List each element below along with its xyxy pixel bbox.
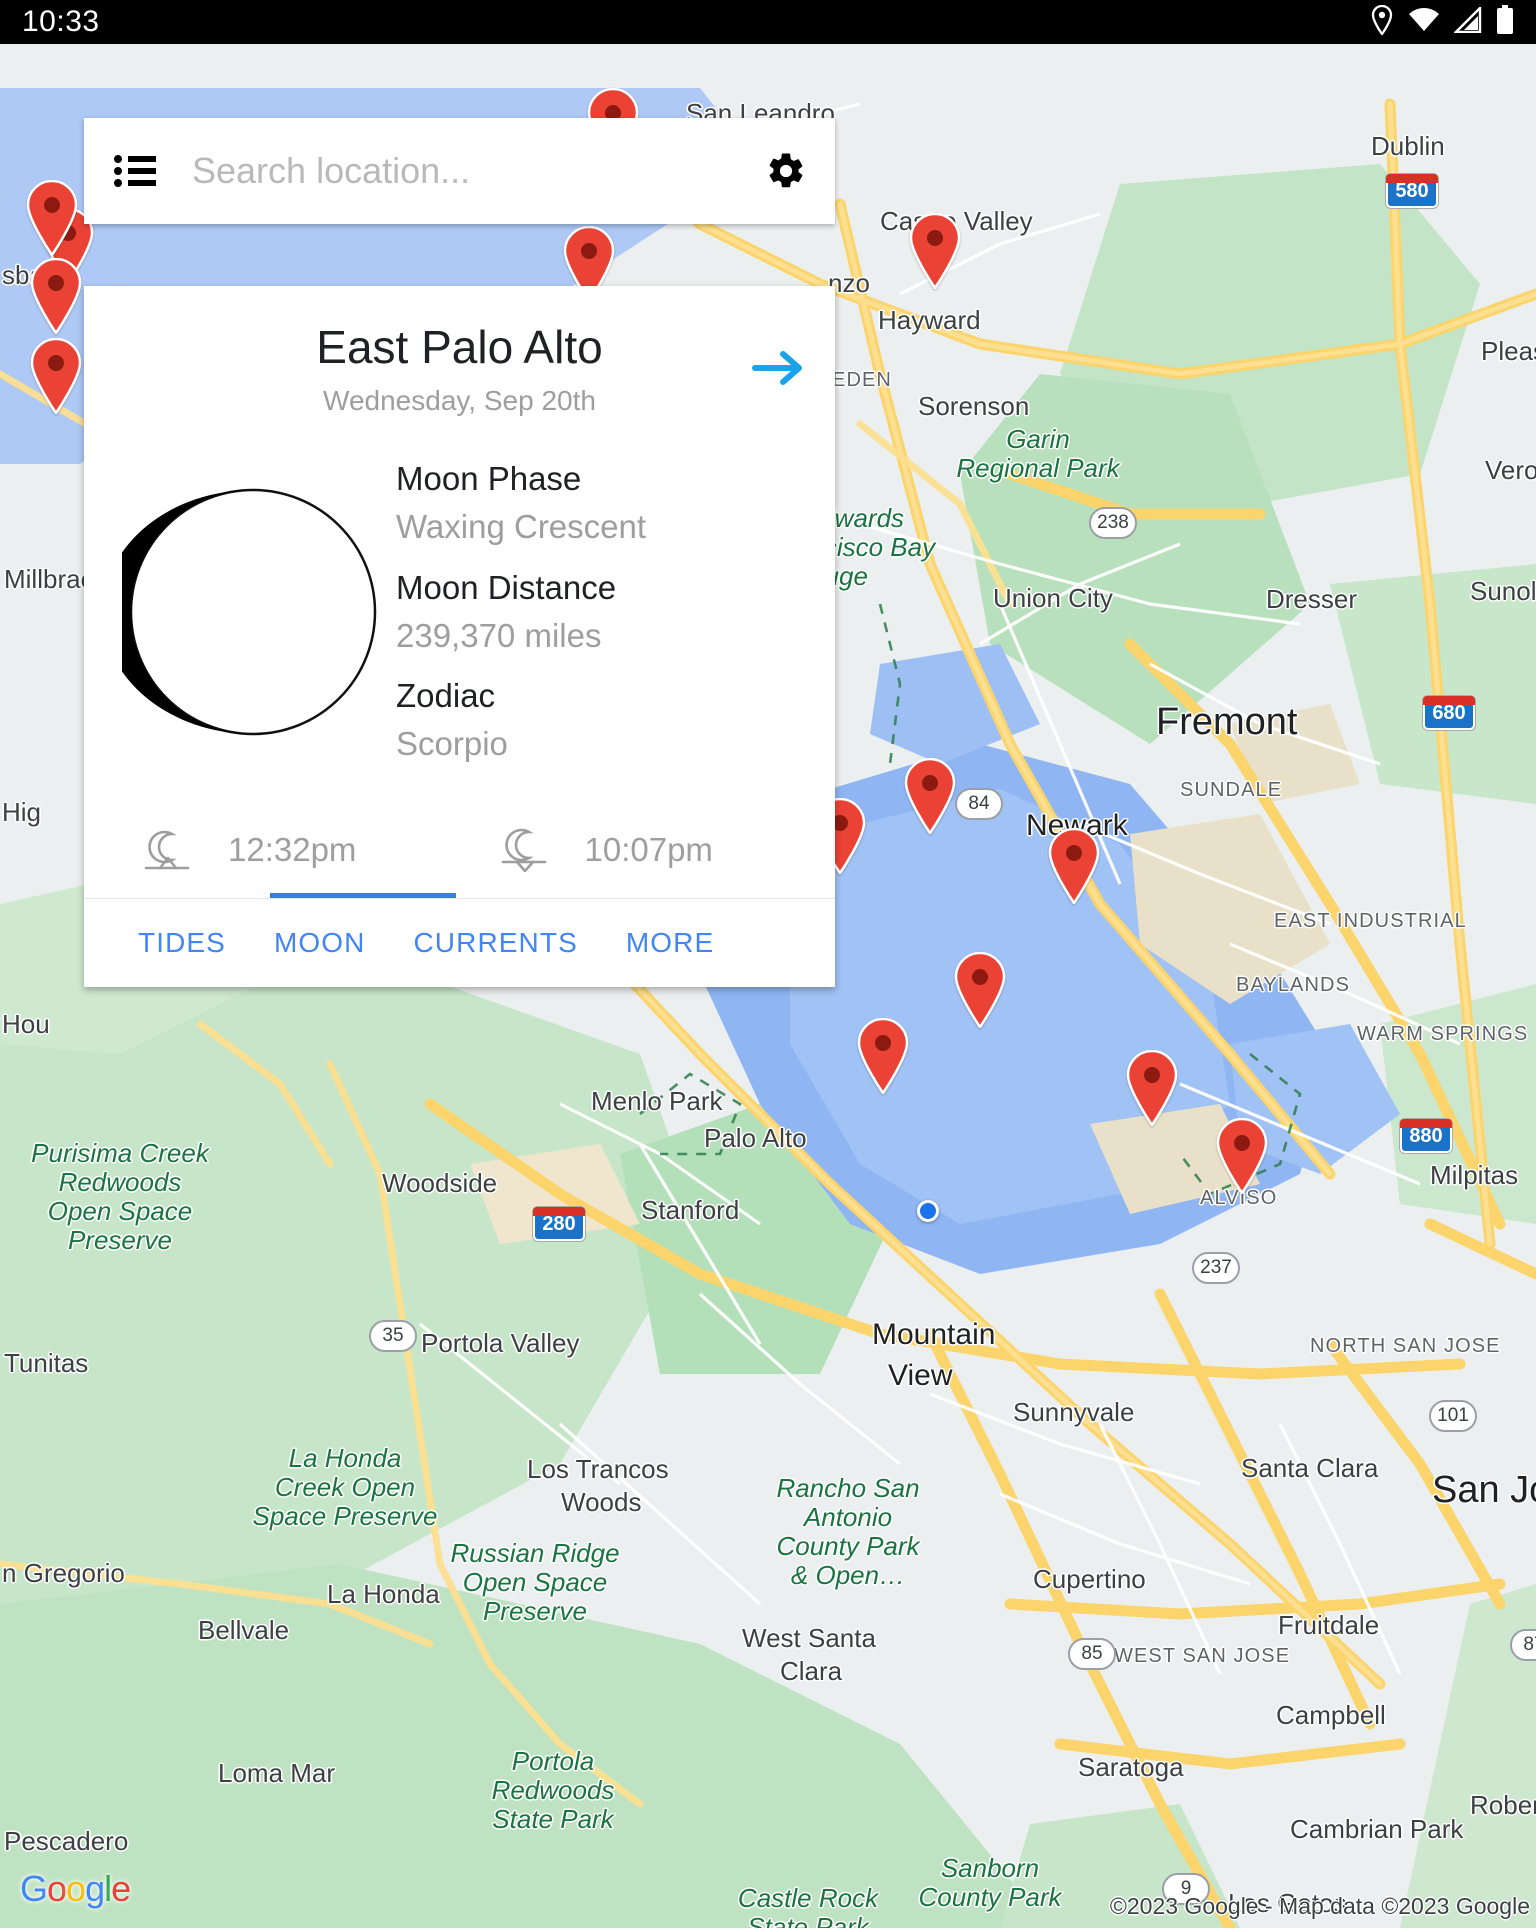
search-bar[interactable] [84, 118, 835, 224]
route-shield: 680 [1423, 696, 1475, 730]
route-shield: 237 [1192, 1252, 1240, 1284]
map-marker-pin[interactable] [24, 180, 80, 256]
moonrise-item[interactable]: 12:32pm [84, 828, 441, 872]
fact-value-moon-distance: 239,370 miles [396, 616, 602, 654]
location-pin-icon [1370, 4, 1394, 40]
tab-more[interactable]: MORE [602, 927, 738, 959]
moonset-icon [499, 828, 549, 873]
map-marker-pin[interactable] [28, 338, 84, 414]
map-marker-pin[interactable] [855, 1018, 911, 1094]
waxing-crescent-moon-icon [122, 481, 384, 743]
list-menu-icon[interactable] [114, 154, 158, 188]
wifi-icon [1408, 7, 1440, 38]
card-tab-bar: TIDES MOON CURRENTS MORE [84, 899, 835, 987]
arrow-right-icon[interactable] [751, 346, 809, 390]
route-shield: 101 [1429, 1400, 1477, 1432]
moon-rise-set-row: 12:32pm 10:07pm [84, 802, 835, 899]
app-root: 10:33 San Leandro Dublin Castro Valley n… [0, 0, 1536, 1928]
active-rise-set-indicator [270, 893, 456, 899]
route-shield: 238 [1089, 507, 1137, 539]
route-shield: 280 [533, 1207, 585, 1241]
map-marker-pin[interactable] [902, 758, 958, 834]
fact-label-moon-distance: Moon Distance [396, 568, 617, 606]
map-marker-pin[interactable] [907, 213, 963, 289]
moonrise-time: 12:32pm [228, 831, 357, 869]
status-clock: 10:33 [22, 5, 100, 38]
route-shield: 880 [1400, 1119, 1452, 1153]
status-bar: 10:33 [0, 0, 1536, 44]
tab-tides[interactable]: TIDES [114, 927, 250, 959]
moon-facts-list: Moon Phase Waxing Crescent Moon Distance… [396, 455, 801, 768]
fact-label-zodiac: Zodiac [396, 676, 496, 714]
location-info-card: East Palo Alto Wednesday, Sep 20th Moon … [84, 286, 835, 988]
user-location-dot [917, 1200, 939, 1222]
route-shield: 580 [1386, 174, 1438, 208]
tab-moon[interactable]: MOON [250, 927, 390, 959]
search-input[interactable] [192, 150, 747, 192]
moonset-item[interactable]: 10:07pm [441, 828, 798, 873]
map-marker-pin[interactable] [1124, 1050, 1180, 1126]
cellular-signal-icon [1453, 4, 1482, 38]
card-date: Wednesday, Sep 20th [323, 385, 596, 417]
map-attribution: ©2023 Google - Map data ©2023 Google [1109, 1893, 1530, 1919]
route-shield: 87 [1510, 1629, 1536, 1661]
route-shield: 85 [1068, 1638, 1116, 1670]
map-marker-pin[interactable] [28, 258, 84, 334]
map-marker-pin[interactable] [1046, 828, 1102, 904]
fact-value-moon-phase: Waxing Crescent [396, 508, 647, 546]
moonset-time: 10:07pm [584, 831, 713, 869]
page-title: East Palo Alto [316, 321, 603, 373]
moon-summary-row: Moon Phase Waxing Crescent Moon Distance… [84, 455, 835, 768]
moonrise-icon [142, 828, 192, 872]
map-marker-pin[interactable] [1214, 1118, 1270, 1194]
fact-label-moon-phase: Moon Phase [396, 460, 582, 498]
fact-value-zodiac: Scorpio [396, 725, 508, 763]
google-logo: Google [20, 1868, 131, 1909]
battery-icon [1496, 4, 1514, 40]
route-shield: 35 [369, 1320, 417, 1352]
map-marker-pin[interactable] [952, 952, 1008, 1028]
status-icon-group [1370, 4, 1514, 40]
gear-icon[interactable] [765, 150, 807, 192]
tab-currents[interactable]: CURRENTS [389, 927, 601, 959]
card-header: East Palo Alto Wednesday, Sep 20th [84, 320, 835, 417]
route-shield: 84 [955, 788, 1003, 820]
